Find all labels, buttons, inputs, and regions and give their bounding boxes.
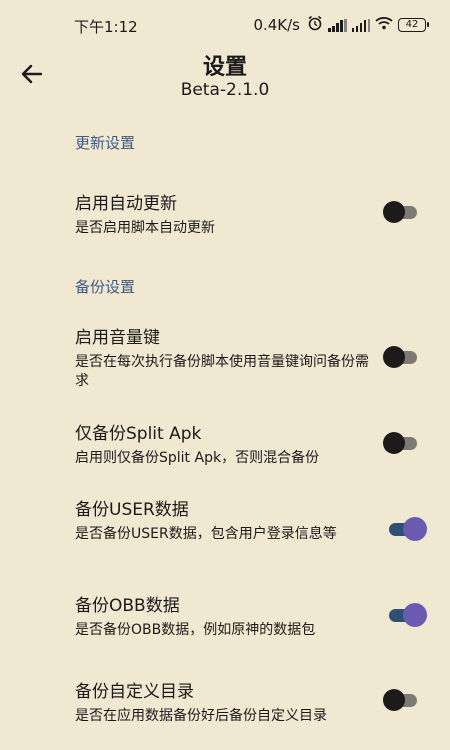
switch-thumb [403,603,427,627]
setting-title: 启用音量键 [75,328,160,348]
split-apk-switch[interactable] [383,430,423,456]
status-time: 下午1:12 [74,18,138,36]
page-title: 设置 [202,55,247,80]
backup-custom-dir-switch[interactable] [383,687,423,713]
section-header-update: 更新设置 [75,134,136,152]
switch-thumb [383,432,405,454]
switch-thumb [383,346,405,368]
version-label: Beta-2.1.0 [180,80,270,100]
setting-desc: 是否在每次执行备份脚本使用音量键询问备份需求 [75,354,369,389]
network-speed: 0.4K/s [253,16,300,34]
alarm-icon [307,15,323,35]
signal-hd-icon [328,18,347,32]
backup-user-data-switch[interactable] [383,516,427,542]
auto-update-switch[interactable] [383,199,423,225]
switch-thumb [383,201,405,223]
status-bar: 下午1:12 0.4K/s 42 [0,0,450,52]
battery-icon: 42 [398,18,429,32]
setting-desc: 启用则仅备份Split Apk，否则混合备份 [75,450,320,466]
wifi-icon [375,16,393,34]
switch-thumb [383,689,405,711]
volume-key-switch[interactable] [383,344,423,370]
setting-title: 启用自动更新 [75,194,177,214]
setting-title: 仅备份Split Apk [75,424,202,444]
setting-title: 备份USER数据 [75,500,189,520]
status-icons: 0.4K/s 42 [253,15,429,35]
section-header-backup: 备份设置 [75,278,136,296]
setting-title: 备份OBB数据 [75,596,180,616]
signal-icon [351,18,370,32]
setting-title: 备份自定义目录 [75,682,194,702]
setting-desc: 是否在应用数据备份好后备份自定义目录 [75,708,327,724]
switch-thumb [403,517,427,541]
backup-obb-data-switch[interactable] [383,602,427,628]
setting-desc: 是否备份OBB数据，例如原神的数据包 [75,622,316,638]
setting-desc: 是否启用脚本自动更新 [75,220,215,236]
setting-desc: 是否备份USER数据，包含用户登录信息等 [75,526,337,542]
